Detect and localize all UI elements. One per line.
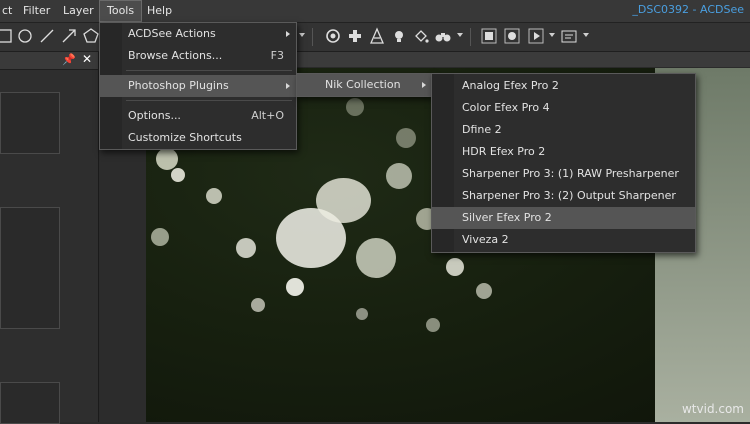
- chevron-down-icon[interactable]: [583, 33, 589, 37]
- menu-item-label: Customize Shortcuts: [128, 131, 242, 144]
- menu-item-label: HDR Efex Pro 2: [462, 145, 546, 158]
- record-icon[interactable]: [503, 27, 521, 45]
- menu-bar: ct Filter Layer Tools Help _DSC0392 - AC…: [0, 0, 750, 23]
- binoculars-icon[interactable]: [434, 27, 452, 45]
- menu-item-viveza[interactable]: Viveza 2: [432, 229, 695, 251]
- menu-divider: [126, 100, 292, 101]
- menu-item-label: Viveza 2: [462, 233, 509, 246]
- menu-item-hdr-efex[interactable]: HDR Efex Pro 2: [432, 141, 695, 163]
- menu-item-label: Sharpener Pro 3: (1) RAW Presharpener: [462, 167, 679, 180]
- shortcut-label: Alt+O: [251, 109, 284, 122]
- panel-header: 📌 ✕: [0, 52, 98, 70]
- menu-item-acdsee-actions[interactable]: ACDSee Actions: [100, 23, 296, 45]
- light-icon[interactable]: [390, 27, 408, 45]
- polygon-icon[interactable]: [82, 27, 100, 45]
- panel-section: [0, 382, 60, 424]
- menu-item-customize-shortcuts[interactable]: Customize Shortcuts: [100, 127, 296, 149]
- window-title: _DSC0392 - ACDSee: [632, 3, 744, 16]
- rectangle-select-icon[interactable]: [0, 27, 14, 45]
- close-icon[interactable]: ✕: [82, 52, 92, 66]
- menu-item-options[interactable]: Options... Alt+O: [100, 105, 296, 127]
- menu-help[interactable]: Help: [140, 0, 179, 22]
- menu-item-output-sharpener[interactable]: Sharpener Pro 3: (2) Output Sharpener: [432, 185, 695, 207]
- menu-tools[interactable]: Tools: [99, 0, 143, 22]
- arrow-icon[interactable]: [60, 27, 78, 45]
- chevron-down-icon[interactable]: [299, 33, 305, 37]
- submenu-arrow-icon: [286, 31, 290, 37]
- fill-icon[interactable]: [412, 27, 430, 45]
- nik-collection-menu: Analog Efex Pro 2 Color Efex Pro 4 Dfine…: [431, 73, 696, 253]
- play-icon[interactable]: [527, 27, 545, 45]
- sharpen-icon[interactable]: [368, 27, 386, 45]
- menu-item-label: Photoshop Plugins: [128, 79, 229, 92]
- menu-item-nik-collection[interactable]: Nik Collection: [297, 74, 432, 96]
- menu-filter[interactable]: Filter: [16, 0, 57, 22]
- ellipse-select-icon[interactable]: [16, 27, 34, 45]
- menu-item-color-efex[interactable]: Color Efex Pro 4: [432, 97, 695, 119]
- menu-item-label: Dfine 2: [462, 123, 502, 136]
- menu-item-label: Options...: [128, 109, 181, 122]
- photoshop-plugins-menu: Nik Collection: [296, 73, 433, 97]
- chevron-down-icon[interactable]: [549, 33, 555, 37]
- panel-section: [0, 92, 60, 154]
- menu-divider: [126, 70, 292, 71]
- menu-item-label: ACDSee Actions: [128, 27, 216, 40]
- menu-item-label: Nik Collection: [325, 78, 401, 91]
- red-eye-icon[interactable]: [324, 27, 342, 45]
- menu-item-dfine[interactable]: Dfine 2: [432, 119, 695, 141]
- toolbar-divider: [312, 28, 313, 46]
- tools-menu: ACDSee Actions Browse Actions... F3 Phot…: [99, 22, 297, 150]
- chevron-down-icon[interactable]: [457, 33, 463, 37]
- panel-section: [0, 207, 60, 329]
- menu-layer[interactable]: Layer: [56, 0, 101, 22]
- side-panel: 📌 ✕: [0, 52, 99, 424]
- menu-item-analog-efex[interactable]: Analog Efex Pro 2: [432, 75, 695, 97]
- shortcut-label: F3: [270, 49, 284, 62]
- menu-item-silver-efex[interactable]: Silver Efex Pro 2: [432, 207, 695, 229]
- menu-item-label: Silver Efex Pro 2: [462, 211, 552, 224]
- toolbar-divider: [470, 28, 471, 46]
- menu-item-raw-presharpener[interactable]: Sharpener Pro 3: (1) RAW Presharpener: [432, 163, 695, 185]
- menu-item-photoshop-plugins[interactable]: Photoshop Plugins: [100, 75, 296, 97]
- menu-item-label: Browse Actions...: [128, 49, 223, 62]
- batch-icon[interactable]: [560, 27, 578, 45]
- line-icon[interactable]: [38, 27, 56, 45]
- submenu-arrow-icon: [422, 82, 426, 88]
- menu-item-label: Analog Efex Pro 2: [462, 79, 559, 92]
- menu-item-label: Color Efex Pro 4: [462, 101, 550, 114]
- submenu-arrow-icon: [286, 83, 290, 89]
- stop-icon[interactable]: [480, 27, 498, 45]
- menu-item-browse-actions[interactable]: Browse Actions... F3: [100, 45, 296, 67]
- heal-icon[interactable]: [346, 27, 364, 45]
- pin-icon[interactable]: 📌: [62, 53, 76, 66]
- menu-item-label: Sharpener Pro 3: (2) Output Sharpener: [462, 189, 676, 202]
- watermark-text: wtvid.com: [681, 402, 744, 416]
